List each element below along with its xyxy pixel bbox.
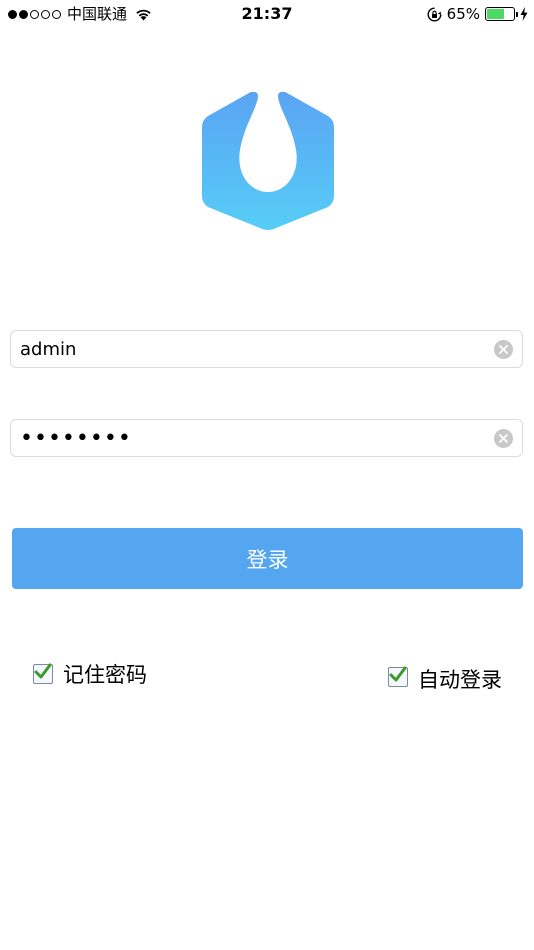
battery-tip — [515, 12, 518, 17]
remember-password-checkbox[interactable] — [33, 663, 53, 684]
battery-level — [487, 9, 504, 19]
username-field — [10, 330, 523, 368]
battery-percent: 65% — [446, 5, 480, 23]
status-bar: 中国联通 21:37 65% — [0, 0, 534, 28]
checkmark-icon — [389, 666, 407, 682]
username-input[interactable] — [20, 331, 490, 367]
checkmark-icon — [34, 663, 52, 679]
password-field — [10, 419, 523, 457]
orientation-lock-icon — [427, 7, 442, 21]
charging-bolt-icon — [520, 7, 528, 21]
auto-login-option[interactable]: 自动登录 — [388, 660, 502, 694]
remember-password-label: 记住密码 — [63, 663, 147, 687]
app-logo-icon — [202, 92, 334, 230]
clear-password-button[interactable] — [494, 429, 513, 448]
battery-icon — [485, 7, 518, 21]
clear-username-button[interactable] — [494, 340, 513, 359]
close-icon — [499, 434, 508, 443]
login-button[interactable]: 登录 — [12, 528, 523, 589]
remember-password-option[interactable]: 记住密码 — [33, 659, 147, 689]
auto-login-checkbox[interactable] — [388, 666, 408, 687]
auto-login-label: 自动登录 — [418, 668, 502, 692]
close-icon — [499, 345, 508, 354]
password-input[interactable] — [20, 420, 490, 456]
status-bar-right: 65% — [427, 5, 528, 23]
